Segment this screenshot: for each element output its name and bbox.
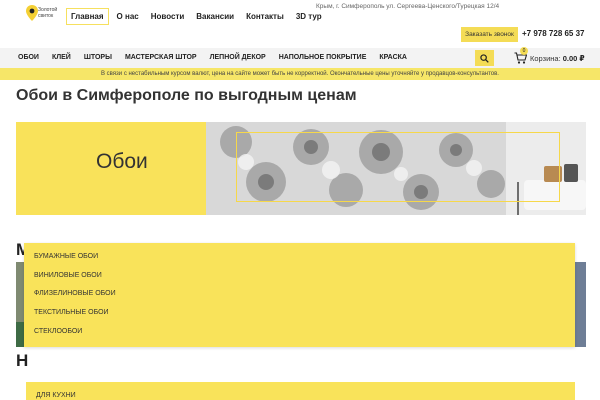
category-nav: ОБОИ КЛЕЙ ШТОРЫ МАСТЕРСКАЯ ШТОР ЛЕПНОЙ Д… xyxy=(18,54,420,61)
dropdown-item-paper-wallpaper[interactable]: БУМАЖНЫЕ ОБОИ xyxy=(24,248,575,267)
banner-frame xyxy=(236,132,560,202)
store-address: Крым, г. Симферополь ул. Сергеева-Ценско… xyxy=(316,3,500,10)
nav-item-3d-tour[interactable]: 3D тур xyxy=(296,12,322,21)
cart-label: Корзина: xyxy=(530,54,561,63)
page-title: Обои в Симферополе по выгодным ценам xyxy=(16,87,357,104)
dropdown-item-non-woven-wallpaper[interactable]: ФЛИЗЕЛИНОВЫЕ ОБОИ xyxy=(24,285,575,304)
category-curtains[interactable]: ШТОРЫ xyxy=(84,54,112,61)
category-stucco-decor[interactable]: ЛЕПНОЙ ДЕКОР xyxy=(210,54,266,61)
logo[interactable]: Золотой свиток xyxy=(26,4,66,26)
search-button[interactable] xyxy=(475,50,494,66)
logo-line-2: свиток xyxy=(38,13,54,19)
cart-total: 0.00 ₽ xyxy=(562,54,585,63)
section-heading-2: Н xyxy=(16,351,29,370)
logo-text: Золотой свиток xyxy=(38,7,57,19)
nav-item-vacancies[interactable]: Вакансии xyxy=(196,12,234,21)
category-flooring[interactable]: НАПОЛЬНОЕ ПОКРЫТИЕ xyxy=(279,54,367,61)
dropdown-item-textile-wallpaper[interactable]: ТЕКСТИЛЬНЫЕ ОБОИ xyxy=(24,304,575,323)
site-header: Золотой свиток Главная О нас Новости Вак… xyxy=(0,0,600,48)
category-bar: ОБОИ КЛЕЙ ШТОРЫ МАСТЕРСКАЯ ШТОР ЛЕПНОЙ Д… xyxy=(0,47,600,68)
location-pin-icon xyxy=(26,5,38,21)
nav-item-home[interactable]: Главная xyxy=(66,8,109,25)
dropdown-item-kitchen[interactable]: ДЛЯ КУХНИ xyxy=(26,382,575,400)
dropdown-item-fiberglass-wallpaper[interactable]: СТЕКЛООБОИ xyxy=(24,323,575,342)
rooms-dropdown: ДЛЯ КУХНИ xyxy=(26,382,575,400)
wallpaper-banner[interactable]: Обои xyxy=(16,122,586,215)
search-icon xyxy=(480,53,489,63)
wallpaper-types-dropdown: БУМАЖНЫЕ ОБОИ ВИНИЛОВЫЕ ОБОИ ФЛИЗЕЛИНОВЫ… xyxy=(24,243,575,347)
callback-button[interactable]: Заказать звонок xyxy=(461,27,518,42)
banner-image xyxy=(206,122,586,215)
banner-label-panel: Обои xyxy=(16,122,206,215)
dropdown-item-vinyl-wallpaper[interactable]: ВИНИЛОВЫЕ ОБОИ xyxy=(24,267,575,286)
cart-count-badge: 0 xyxy=(520,47,528,55)
category-curtain-workshop[interactable]: МАСТЕРСКАЯ ШТОР xyxy=(125,54,197,61)
banner-title: Обои xyxy=(96,150,148,173)
phone-number[interactable]: +7 978 728 65 37 xyxy=(522,29,585,38)
nav-item-about[interactable]: О нас xyxy=(117,12,139,21)
category-wallpaper[interactable]: ОБОИ xyxy=(18,54,39,61)
nav-item-news[interactable]: Новости xyxy=(151,12,185,21)
category-paint[interactable]: КРАСКА xyxy=(379,54,407,61)
category-glue[interactable]: КЛЕЙ xyxy=(52,54,71,61)
main-nav: Главная О нас Новости Вакансии Контакты … xyxy=(66,8,334,25)
cart-summary[interactable]: Корзина: 0.00 ₽ xyxy=(530,54,585,63)
currency-notice: В связи с нестабильным курсом валют, цен… xyxy=(0,68,600,80)
nav-item-contacts[interactable]: Контакты xyxy=(246,12,284,21)
